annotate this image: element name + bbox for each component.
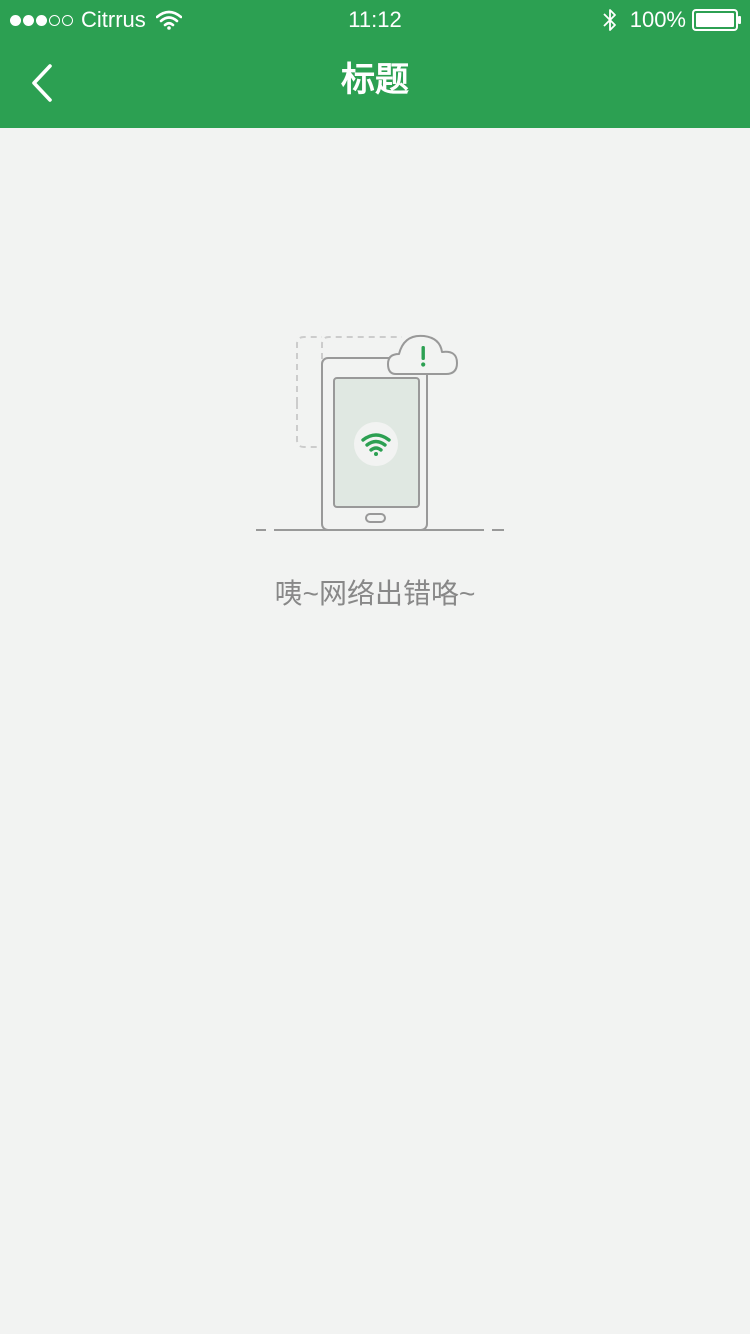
bluetooth-icon	[603, 9, 616, 31]
wifi-icon	[354, 422, 398, 466]
battery-icon	[692, 9, 741, 31]
app-header: Citrrus 11:12 100% 标题	[0, 0, 750, 128]
page-title: 标题	[341, 61, 409, 99]
network-error-message: 咦~网络出错咯~	[274, 578, 476, 609]
nav-bar: 标题	[0, 40, 750, 128]
status-right: 100%	[602, 6, 742, 34]
network-error-illustration	[256, 334, 504, 531]
battery-percent: 100%	[629, 7, 686, 32]
main-content: 咦~网络出错咯~	[0, 128, 750, 1334]
status-bar: Citrrus 11:12 100%	[0, 0, 750, 40]
cloud-alert-icon	[387, 334, 458, 375]
